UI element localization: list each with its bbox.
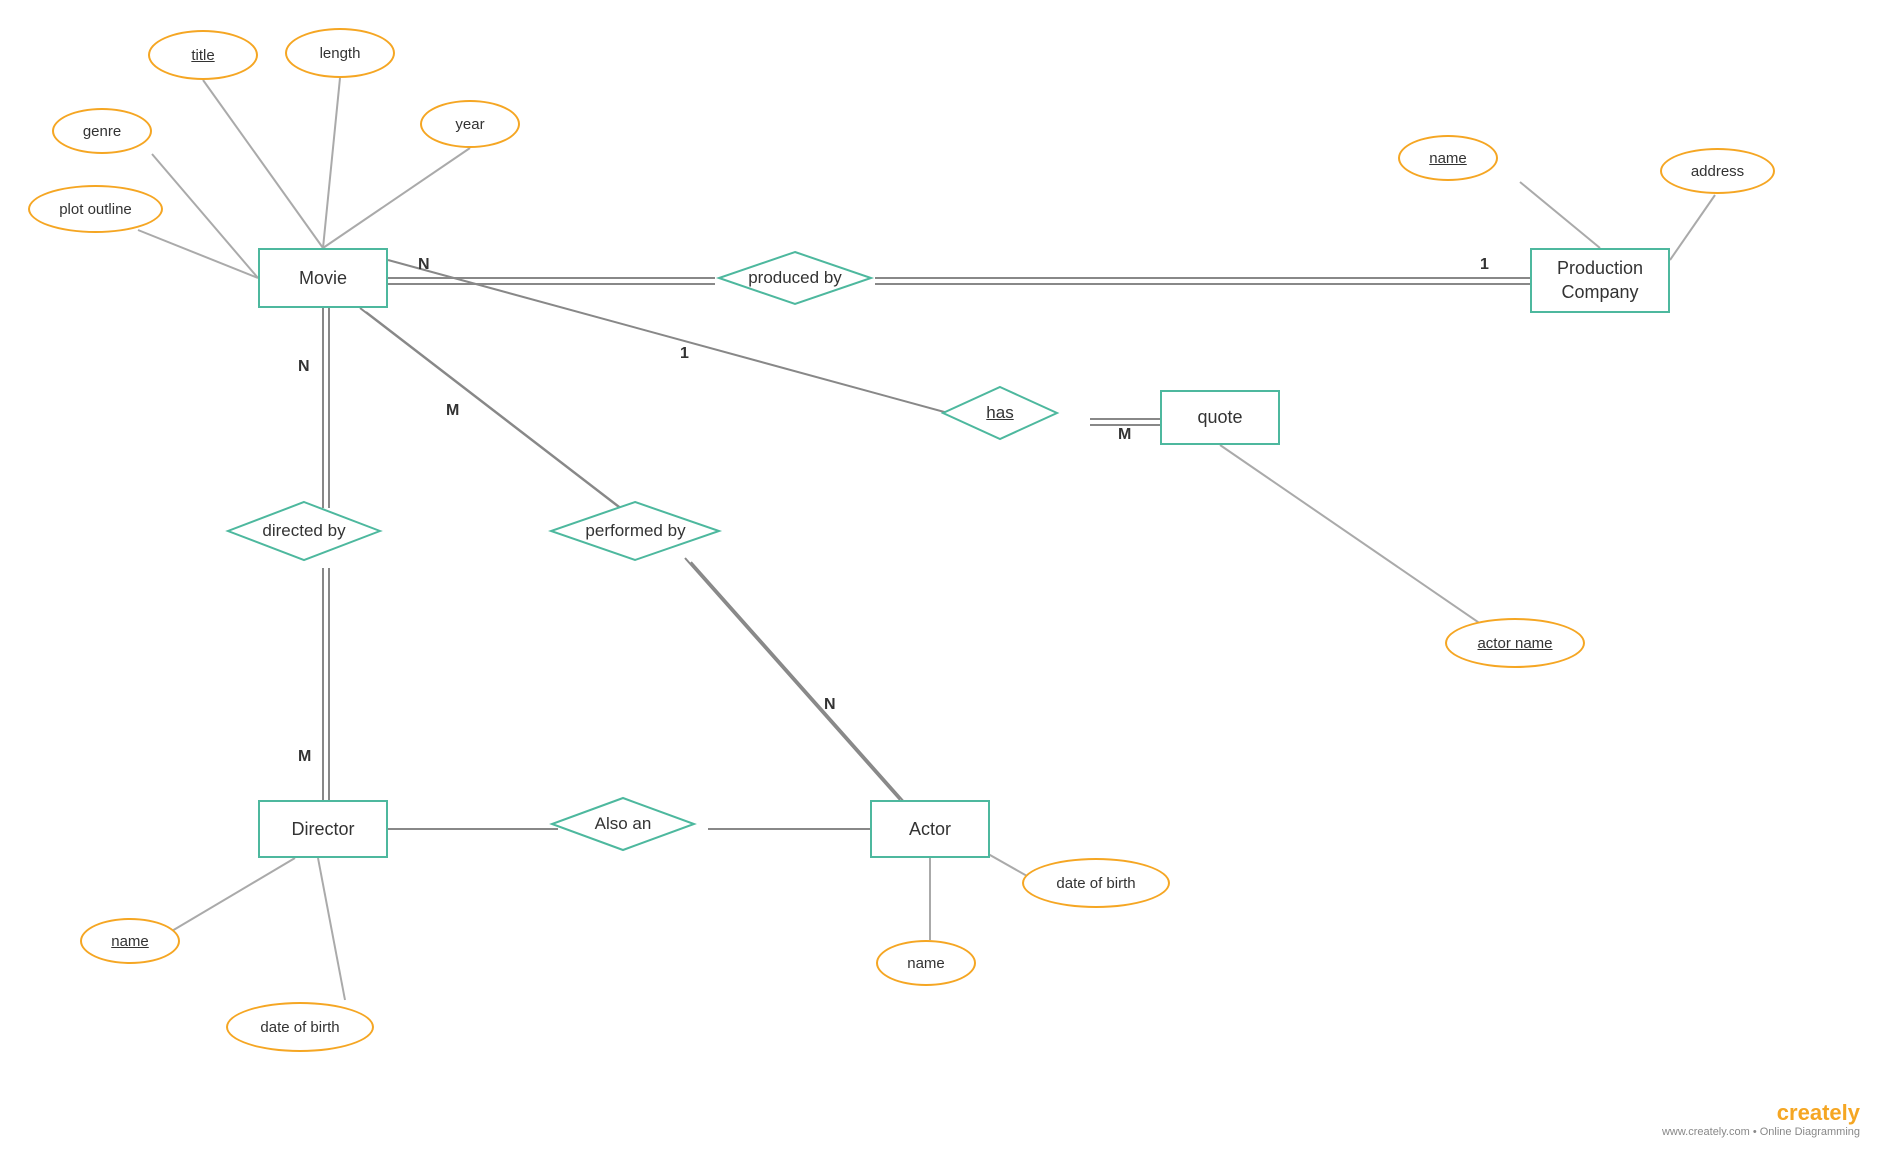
attribute-year: year	[420, 100, 520, 148]
entity-production-company: ProductionCompany	[1530, 248, 1670, 313]
attribute-prod-address: address	[1660, 148, 1775, 194]
entity-quote: quote	[1160, 390, 1280, 445]
attribute-director-dob: date of birth	[226, 1002, 374, 1052]
attribute-director-name: name	[80, 918, 180, 964]
cardinality-has-quote-m: M	[1118, 426, 1131, 444]
relation-also-an: Also an	[548, 794, 698, 854]
attribute-actor-name: actor name	[1445, 618, 1585, 668]
attribute-genre: genre	[52, 108, 152, 154]
cardinality-movie-produced: N	[418, 256, 430, 274]
relation-has: has	[940, 384, 1060, 442]
entity-actor: Actor	[870, 800, 990, 858]
cardinality-movie-performed-m: M	[446, 402, 459, 420]
attribute-plot-outline: plot outline	[28, 185, 163, 233]
attribute-actor-dob: date of birth	[1022, 858, 1170, 908]
attribute-length: length	[285, 28, 395, 78]
cardinality-movie-has-1: 1	[680, 345, 689, 363]
diagram-canvas: Movie ProductionCompany Director Actor q…	[0, 0, 1880, 1150]
entity-director: Director	[258, 800, 388, 858]
creately-logo: creately www.creately.com • Online Diagr…	[1662, 1100, 1860, 1138]
relation-performed-by: performed by	[548, 498, 723, 564]
relation-produced-by: produced by	[715, 248, 875, 308]
attribute-title: title	[148, 30, 258, 80]
attribute-prod-name: name	[1398, 135, 1498, 181]
cardinality-movie-directed-n: N	[298, 358, 310, 376]
attribute-actor-name-label: name	[876, 940, 976, 986]
cardinality-prodco-produced: 1	[1480, 256, 1489, 274]
relation-directed-by: directed by	[224, 498, 384, 564]
cardinality-actor-performed-n: N	[824, 696, 836, 714]
entity-movie: Movie	[258, 248, 388, 308]
cardinality-director-directed-m: M	[298, 748, 311, 766]
